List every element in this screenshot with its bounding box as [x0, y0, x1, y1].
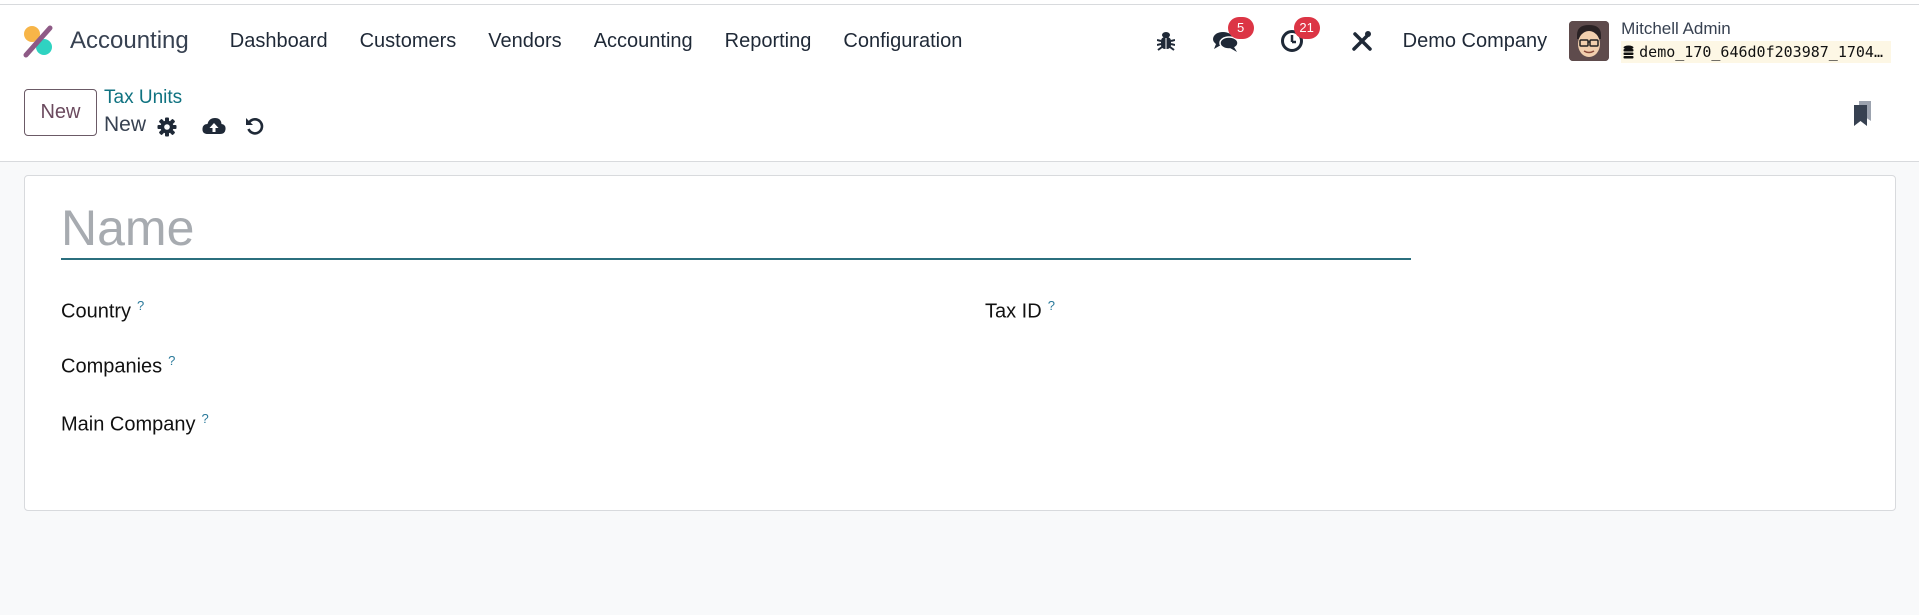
company-switcher[interactable]: Demo Company [1403, 30, 1548, 53]
database-name: demo_170_646d0f203987_1704… [1621, 41, 1891, 63]
activities-count-badge: 21 [1293, 17, 1320, 39]
tax-id-help-icon[interactable]: ? [1048, 298, 1055, 313]
menu-accounting[interactable]: Accounting [578, 30, 709, 53]
control-panel: New Tax Units New [0, 77, 1919, 162]
breadcrumb-tax-units[interactable]: Tax Units [104, 87, 182, 109]
companies-label-text: Companies [61, 355, 163, 378]
companies-label: Companies? [61, 353, 175, 379]
country-label: Country? [61, 298, 144, 324]
menu-dashboard[interactable]: Dashboard [214, 30, 344, 53]
activities-button[interactable]: 21 [1277, 17, 1320, 56]
main-menu: Dashboard Customers Vendors Accounting R… [214, 30, 979, 53]
breadcrumb-current-record: New [104, 113, 147, 136]
menu-customers[interactable]: Customers [344, 30, 473, 53]
menu-configuration[interactable]: Configuration [827, 30, 978, 53]
main-navbar: Accounting Dashboard Customers Vendors A… [0, 5, 1919, 77]
tax-id-label: Tax ID? [985, 298, 1055, 324]
cloud-upload-icon [202, 118, 226, 134]
name-input[interactable] [61, 198, 1411, 260]
database-name-text: demo_170_646d0f203987_1704… [1639, 43, 1883, 61]
debug-button[interactable] [1151, 26, 1181, 56]
country-label-text: Country [61, 300, 132, 323]
knowledge-bookmark-button[interactable] [1851, 99, 1875, 132]
discard-button[interactable] [245, 116, 265, 136]
app-brand[interactable]: Accounting [22, 24, 189, 58]
messages-count-badge: 5 [1227, 17, 1254, 39]
bookmark-icon [1854, 101, 1871, 126]
tax-id-label-text: Tax ID [985, 300, 1042, 323]
main-company-help-icon[interactable]: ? [202, 411, 209, 426]
bug-icon [1156, 32, 1175, 51]
actions-gear-button[interactable] [157, 117, 177, 137]
main-company-label: Main Company? [61, 411, 209, 437]
country-help-icon[interactable]: ? [137, 298, 144, 313]
messages-button[interactable]: 5 [1211, 17, 1254, 56]
menu-reporting[interactable]: Reporting [709, 30, 828, 53]
new-button[interactable]: New [24, 89, 97, 136]
app-name: Accounting [70, 27, 189, 54]
form-sheet: Country? Tax ID? Companies? Main Company… [24, 175, 1896, 511]
user-name: Mitchell Admin [1621, 19, 1731, 38]
main-company-label-text: Main Company [61, 413, 196, 436]
accounting-app-icon [23, 25, 53, 58]
companies-help-icon[interactable]: ? [168, 353, 175, 368]
undo-icon [246, 118, 264, 135]
save-button[interactable] [202, 117, 226, 135]
menu-vendors[interactable]: Vendors [472, 30, 577, 53]
tools-icon [1351, 31, 1372, 51]
gear-icon [157, 117, 177, 137]
user-avatar [1569, 21, 1610, 61]
settings-tools-button[interactable] [1347, 26, 1377, 56]
navbar-systray: 5 21 Demo Company Mitchell Admin demo_17… [1121, 5, 1891, 77]
database-icon [1623, 45, 1634, 59]
user-menu[interactable]: Mitchell Admin demo_170_646d0f203987_170… [1569, 19, 1891, 63]
